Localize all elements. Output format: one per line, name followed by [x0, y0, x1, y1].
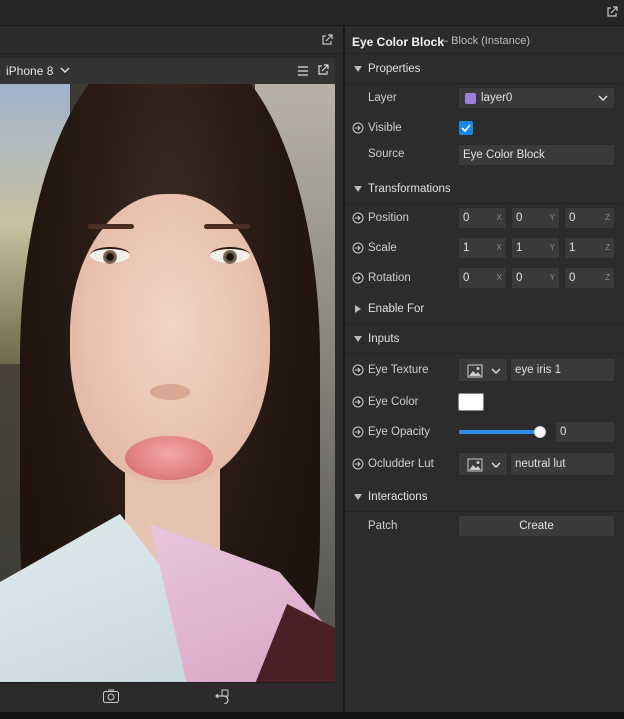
layer-dropdown[interactable]: layer0 [458, 87, 615, 109]
occluder-lut-value[interactable]: neutral lut [510, 452, 615, 476]
eye-opacity-slider-knob[interactable] [534, 426, 546, 438]
inspector-title: Eye Color Block [352, 35, 445, 49]
chevron-down-icon [491, 368, 501, 375]
occluder-lut-picker[interactable] [458, 452, 508, 476]
right-eye [210, 247, 250, 264]
eye-texture-value[interactable]: eye iris 1 [510, 358, 615, 382]
rotation-y[interactable]: 0Y [511, 267, 560, 289]
section-inputs[interactable]: Inputs [345, 324, 624, 354]
popout-icon[interactable] [317, 64, 329, 76]
restart-icon[interactable] [214, 688, 230, 704]
chevron-down-icon[interactable] [59, 64, 71, 76]
row-visible: Visible [345, 114, 624, 142]
eye-texture-picker[interactable] [458, 358, 508, 382]
section-title: Enable For [368, 303, 425, 315]
lips [125, 436, 213, 480]
section-properties[interactable]: Properties [345, 54, 624, 84]
scale-y[interactable]: 1Y [511, 237, 560, 259]
chevron-right-icon[interactable] [355, 305, 361, 313]
left-eye [90, 247, 130, 264]
connect-arrow-icon[interactable] [352, 396, 364, 408]
connect-arrow-icon[interactable] [352, 212, 364, 224]
row-scale: Scale 1X 1Y 1Z [345, 234, 624, 262]
section-enable-for[interactable]: Enable For [345, 294, 624, 324]
rotation-x[interactable]: 0X [458, 267, 507, 289]
switch-camera-icon[interactable] [102, 688, 120, 704]
viewport-header [0, 26, 343, 54]
section-title: Interactions [368, 491, 428, 503]
viewport-panel: iPhone 8 [0, 26, 343, 719]
position-label: Position [368, 212, 409, 224]
row-layer: Layer layer0 [345, 84, 624, 112]
layer-label: Layer [368, 92, 397, 104]
check-icon [461, 124, 471, 133]
connect-arrow-icon[interactable] [352, 242, 364, 254]
visible-checkbox[interactable] [459, 121, 473, 135]
row-eye-color: Eye Color [345, 388, 624, 416]
right-eyebrow [204, 224, 250, 229]
patch-label: Patch [368, 520, 398, 532]
inspector-panel: Eye Color Block – Block (Instance) Prope… [345, 26, 624, 719]
create-patch-button[interactable]: Create [458, 515, 615, 537]
popout-icon[interactable] [321, 34, 333, 46]
menu-icon[interactable] [297, 65, 309, 77]
camera-preview [0, 84, 335, 682]
eye-opacity-label: Eye Opacity [368, 426, 430, 438]
connect-arrow-icon[interactable] [352, 122, 364, 134]
occluder-lut-label: Ocludder Lut [368, 458, 434, 470]
row-rotation: Rotation 0X 0Y 0Z [345, 264, 624, 292]
image-icon [467, 364, 483, 378]
eye-color-label: Eye Color [368, 396, 419, 408]
row-source: Source Eye Color Block [345, 140, 624, 168]
chevron-down-icon[interactable] [354, 186, 362, 192]
chevron-down-icon[interactable] [354, 494, 362, 500]
top-strip [0, 0, 624, 26]
scale-z[interactable]: 1Z [564, 237, 615, 259]
section-title: Transformations [368, 183, 451, 195]
layer-color-swatch [465, 93, 476, 104]
external-link-icon[interactable] [606, 6, 618, 18]
row-eye-texture: Eye Texture eye iris 1 [345, 356, 624, 384]
scale-label: Scale [368, 242, 397, 254]
source-field[interactable]: Eye Color Block [458, 144, 615, 166]
rotation-label: Rotation [368, 272, 411, 284]
visible-label: Visible [368, 122, 402, 134]
source-label: Source [368, 148, 405, 160]
row-occluder-lut: Ocludder Lut neutral lut [345, 450, 624, 478]
chevron-down-icon[interactable] [354, 66, 362, 72]
connect-arrow-icon[interactable] [352, 364, 364, 376]
chevron-down-icon[interactable] [354, 336, 362, 342]
chevron-down-icon [491, 462, 501, 469]
section-title: Properties [368, 63, 421, 75]
row-position: Position 0X 0Y 0Z [345, 204, 624, 232]
position-x[interactable]: 0X [458, 207, 507, 229]
section-transformations[interactable]: Transformations [345, 174, 624, 204]
connect-arrow-icon[interactable] [352, 458, 364, 470]
eye-opacity-field[interactable]: 0 [555, 421, 615, 443]
connect-arrow-icon[interactable] [352, 272, 364, 284]
chevron-down-icon [598, 95, 608, 102]
eye-texture-label: Eye Texture [368, 364, 429, 376]
section-interactions[interactable]: Interactions [345, 482, 624, 512]
device-selector-bar: iPhone 8 [0, 58, 335, 84]
nose [150, 384, 190, 400]
section-title: Inputs [368, 333, 400, 345]
row-eye-opacity: Eye Opacity 0 [345, 418, 624, 446]
position-y[interactable]: 0Y [511, 207, 560, 229]
device-selector[interactable]: iPhone 8 [6, 64, 53, 78]
position-z[interactable]: 0Z [564, 207, 615, 229]
bottom-bar [0, 712, 624, 719]
connect-arrow-icon[interactable] [352, 426, 364, 438]
left-eyebrow [88, 224, 134, 229]
eye-opacity-slider[interactable] [459, 430, 539, 434]
row-patch: Patch Create [345, 512, 624, 540]
inspector-subtitle: – Block (Instance) [442, 35, 531, 47]
image-icon [467, 458, 483, 472]
eye-color-swatch[interactable] [458, 393, 484, 411]
layer-value: layer0 [481, 92, 513, 104]
viewport-footer [0, 682, 335, 708]
scale-x[interactable]: 1X [458, 237, 507, 259]
inspector-header: Eye Color Block – Block (Instance) [345, 26, 624, 54]
rotation-z[interactable]: 0Z [564, 267, 615, 289]
